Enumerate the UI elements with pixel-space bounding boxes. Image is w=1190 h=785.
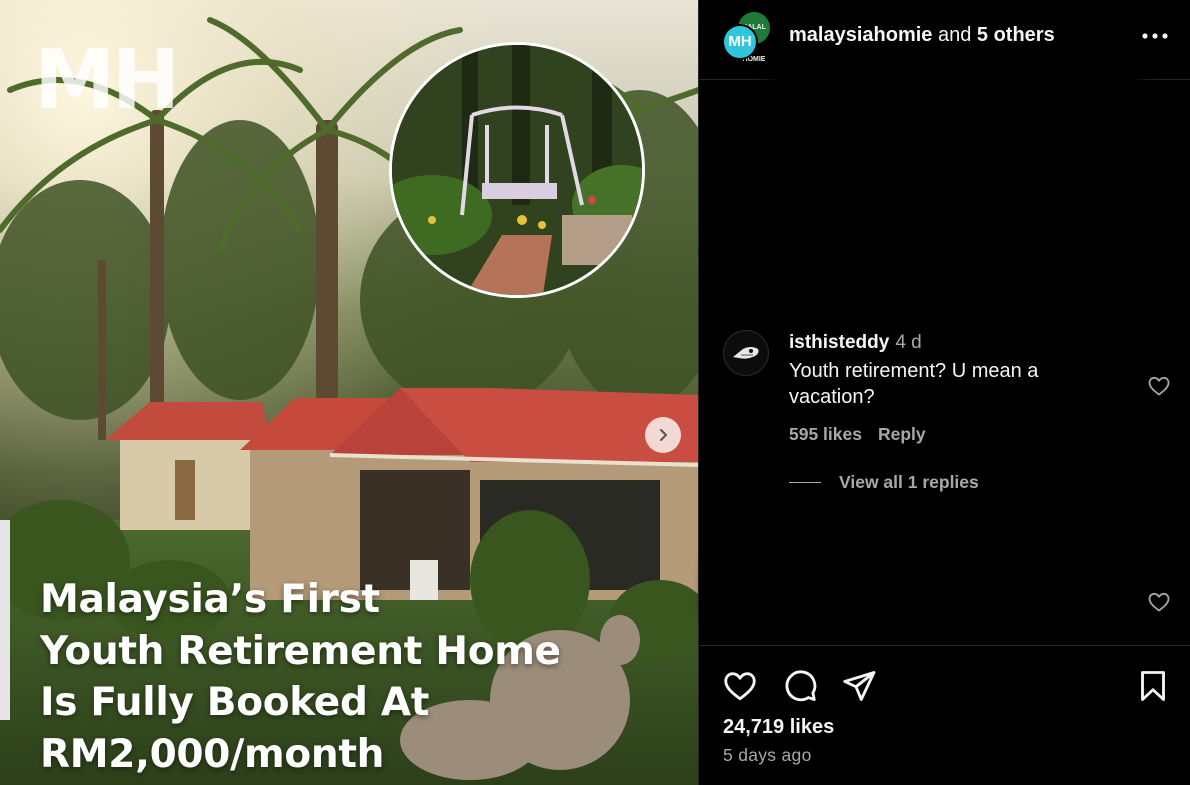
comment-button[interactable] (782, 668, 818, 704)
comment-likes[interactable]: 595 likes (789, 424, 862, 444)
comment-time: 4 d (895, 332, 922, 353)
heart-icon (1148, 376, 1170, 396)
more-options-button[interactable] (1139, 24, 1171, 48)
headline-line: RM2,000/month (40, 731, 385, 777)
comment-like-button[interactable] (1147, 374, 1171, 398)
redacted-comment (709, 518, 1129, 658)
replies-divider (789, 482, 821, 483)
watermark-logo: MH (34, 33, 180, 128)
avatar-primary[interactable]: MH (722, 24, 758, 60)
save-button[interactable] (1135, 668, 1171, 704)
commenter-username[interactable]: isthisteddy (789, 332, 889, 353)
post-actions: 24,719 likes 5 days ago (699, 645, 1190, 785)
post-image[interactable]: MH Malaysia’s First Youth Retirement Hom… (0, 0, 698, 785)
inset-photo-swing (389, 42, 645, 298)
author-username[interactable]: malaysiahomie (789, 24, 932, 46)
post-timestamp: 5 days ago (723, 745, 812, 765)
comments-panel: HALAL HOMIE MH malaysiahomie and 5 other… (698, 0, 1190, 785)
post-likes-count[interactable]: 24,719 likes (723, 716, 834, 739)
paper-plane-icon (843, 671, 876, 701)
post-headline: Malaysia’s First Youth Retirement Home I… (40, 574, 640, 780)
collab-avatars[interactable]: HALAL HOMIE MH (722, 12, 772, 63)
next-slide-button[interactable] (645, 417, 681, 453)
bookmark-icon (1141, 671, 1165, 701)
like-button[interactable] (722, 668, 758, 704)
heart-icon (1148, 592, 1170, 612)
headline-line: Malaysia’s First (40, 577, 380, 622)
collaborators-link[interactable]: 5 others (977, 24, 1055, 46)
comment-like-button[interactable] (1147, 590, 1171, 614)
more-horizontal-icon (1142, 33, 1168, 39)
heart-icon (724, 672, 756, 701)
view-replies-link[interactable]: View all 1 replies (789, 472, 979, 493)
comment-text: Youth retirement? U mean a vacation? (789, 360, 1039, 408)
share-button[interactable] (841, 668, 877, 704)
chevron-right-icon (660, 429, 667, 441)
bird-skull-icon (733, 347, 759, 359)
redacted-caption (744, 70, 1174, 310)
post-header: HALAL HOMIE MH malaysiahomie and 5 other… (699, 0, 1190, 80)
speech-bubble-icon (785, 670, 817, 702)
view-replies-label: View all 1 replies (839, 472, 979, 492)
comment-meta: 595 likes Reply (789, 424, 926, 445)
headline-line: Is Fully Booked At (40, 680, 430, 725)
commenter-line: isthisteddy 4 d (789, 332, 922, 354)
reply-button[interactable]: Reply (878, 424, 926, 444)
commenter-avatar[interactable] (723, 330, 769, 376)
headline-line: Youth Retirement Home (40, 628, 561, 674)
author-joiner: and (932, 24, 977, 46)
post-authors[interactable]: malaysiahomie and 5 others (789, 24, 1055, 47)
